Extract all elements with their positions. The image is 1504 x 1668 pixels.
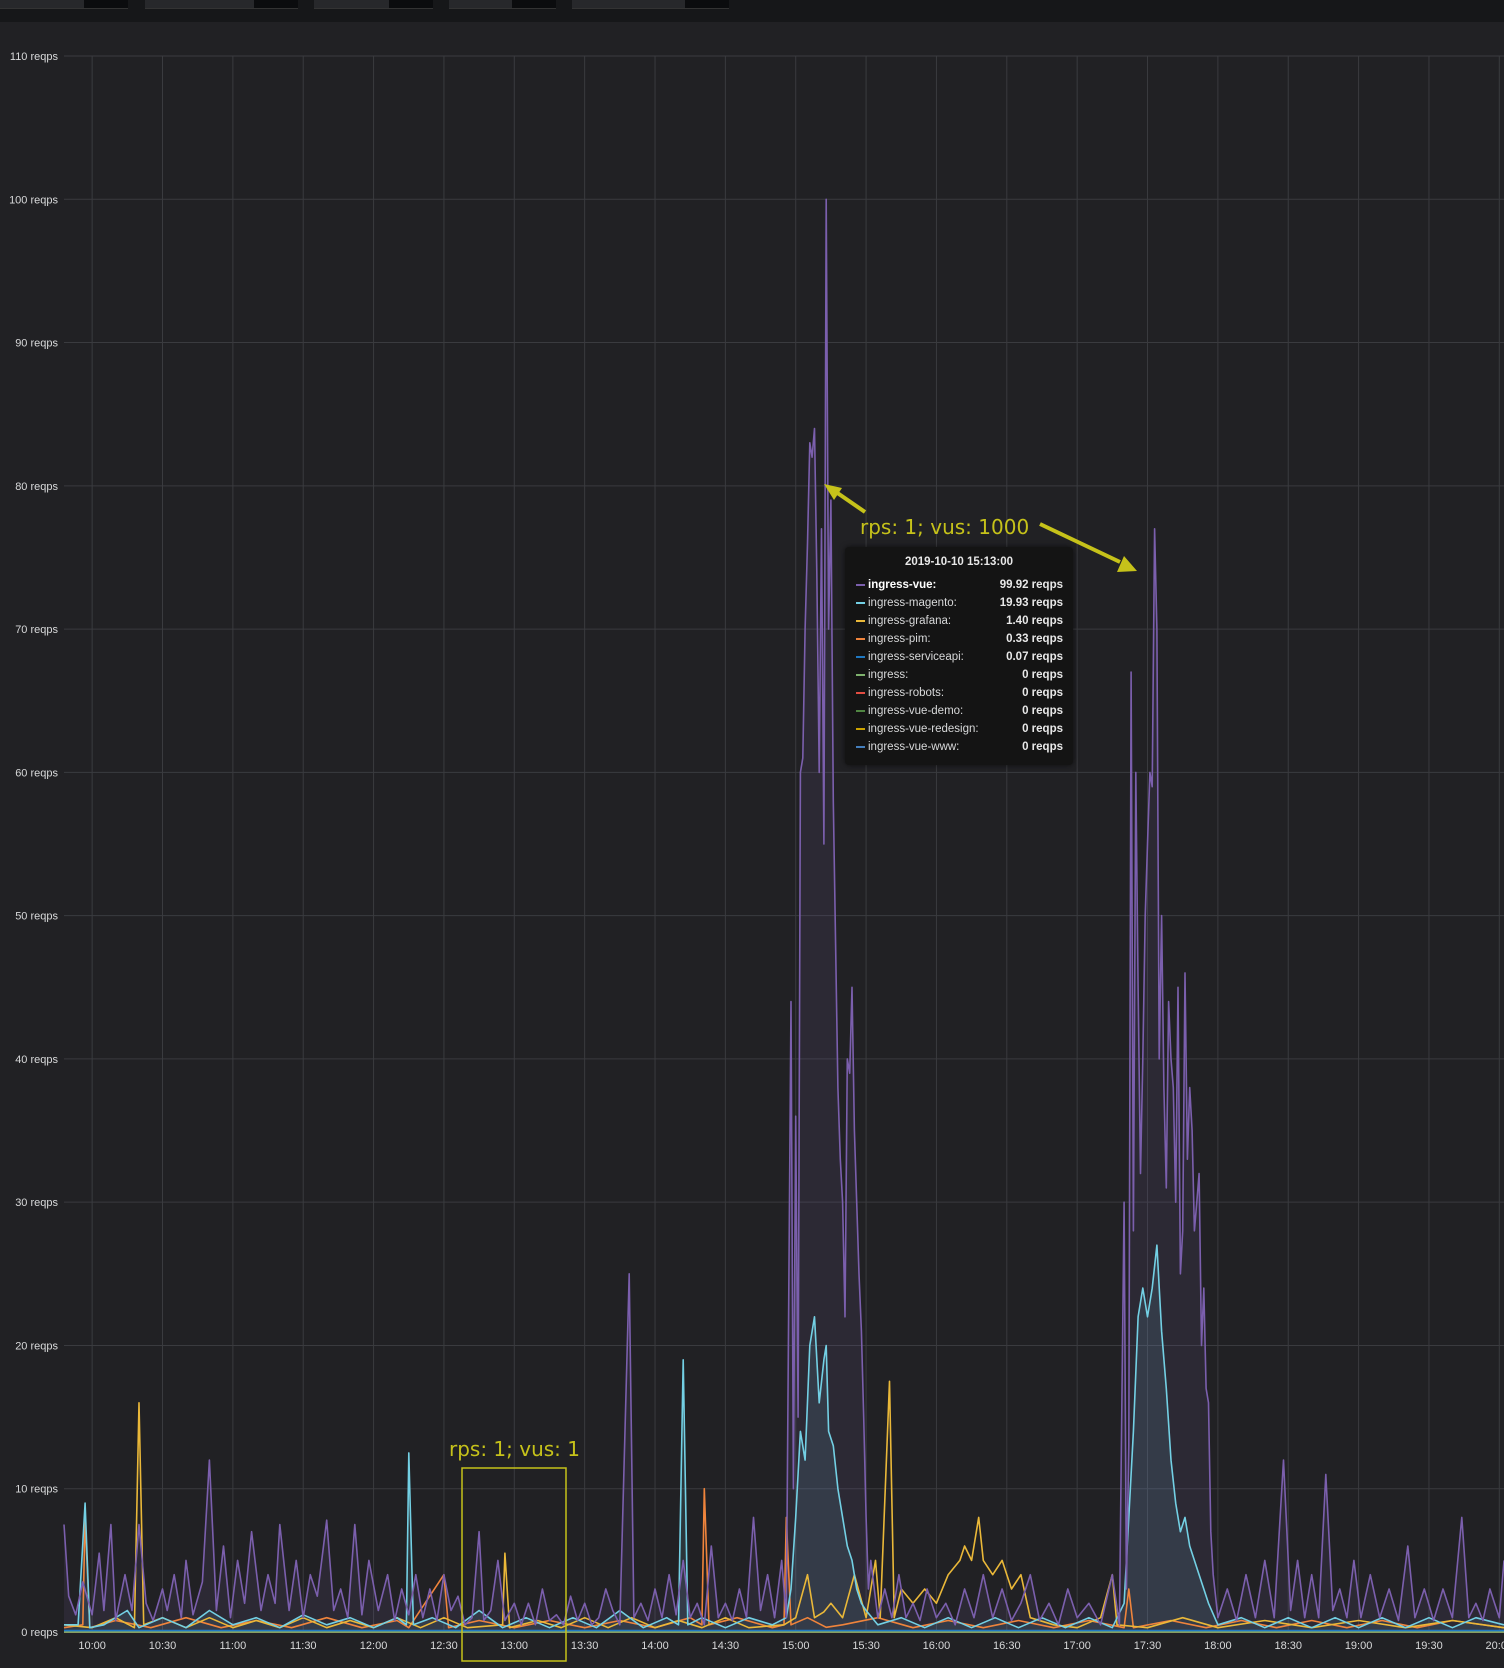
tooltip-series-value: 0 reqps bbox=[1022, 687, 1063, 699]
x-tick-label: 10:30 bbox=[149, 1640, 177, 1652]
x-tick-label: 11:30 bbox=[290, 1640, 317, 1652]
tooltip-series-value: 0 reqps bbox=[1022, 741, 1063, 753]
tooltip-row: ingress-magento: 19.93 reqps bbox=[845, 594, 1073, 612]
tooltip-series-name: ingress-vue: bbox=[868, 579, 937, 591]
tooltip-series-value: 0 reqps bbox=[1022, 705, 1063, 717]
y-tick-label: 0 reqps bbox=[21, 1627, 58, 1639]
series-color-swatch bbox=[856, 602, 865, 604]
tooltip-rows: ingress-vue: 99.92 reqps ingress-magento: 1… bbox=[845, 576, 1073, 756]
x-tick-label: 19:30 bbox=[1415, 1640, 1443, 1652]
y-tick-label: 40 reqps bbox=[15, 1054, 58, 1066]
chart-grid bbox=[64, 55, 1504, 1633]
tooltip-series-value: 99.92 reqps bbox=[999, 579, 1063, 591]
tooltip-row: ingress-vue-www: 0 reqps bbox=[845, 738, 1073, 756]
x-tick-label: 15:30 bbox=[852, 1640, 880, 1652]
x-axis: 10:00 10:30 11:00 11:30 12:00 12:30 13:00 13:30… bbox=[78, 1640, 1504, 1652]
x-tick-label: 13:00 bbox=[501, 1640, 529, 1652]
tooltip-series-name: ingress-vue-redesign: bbox=[868, 723, 979, 735]
tooltip-series-value: 1.40 reqps bbox=[1006, 615, 1063, 627]
y-tick-label: 20 reqps bbox=[15, 1340, 58, 1352]
tooltip-timestamp: 2019-10-10 15:13:00 bbox=[904, 556, 1014, 568]
y-tick-label: 30 reqps bbox=[15, 1197, 58, 1209]
y-tick-label: 50 reqps bbox=[15, 911, 58, 923]
series-color-swatch bbox=[856, 692, 865, 694]
series-color-swatch bbox=[856, 728, 865, 730]
tooltip-series-name: ingress-vue-www: bbox=[868, 741, 960, 753]
tooltip-row: ingress-vue: 99.92 reqps bbox=[845, 576, 1073, 594]
y-tick-label: 10 reqps bbox=[15, 1484, 58, 1496]
annotation-arrow-left bbox=[834, 490, 867, 514]
series-color-swatch bbox=[856, 620, 865, 622]
series-color-swatch bbox=[856, 674, 865, 676]
y-tick-label: 90 reqps bbox=[15, 338, 58, 350]
peak-load-annotation: rps: 1; vus: 1000 bbox=[860, 515, 1029, 539]
tooltip-row: ingress-vue-redesign: 0 reqps bbox=[845, 720, 1073, 738]
reqps-time-series-graph[interactable]: 0 reqps 10 reqps 20 reqps 30 reqps 40 reqps 5… bbox=[0, 0, 1504, 1668]
series-color-swatch bbox=[856, 746, 865, 748]
y-tick-label: 80 reqps bbox=[15, 481, 58, 493]
y-tick-label: 110 reqps bbox=[10, 51, 59, 63]
tooltip-series-name: ingress-pim: bbox=[868, 633, 931, 645]
series-color-swatch bbox=[856, 584, 865, 586]
tooltip-row: ingress-robots: 0 reqps bbox=[845, 684, 1073, 702]
tooltip-series-value: 0.33 reqps bbox=[1006, 633, 1063, 645]
tooltip-row: ingress-pim: 0.33 reqps bbox=[845, 630, 1073, 648]
x-tick-label: 18:00 bbox=[1204, 1640, 1232, 1652]
y-axis: 0 reqps 10 reqps 20 reqps 30 reqps 40 reqps 5… bbox=[9, 51, 58, 1639]
tooltip-series-value: 0.07 reqps bbox=[1006, 651, 1063, 663]
x-tick-label: 20:00 bbox=[1486, 1640, 1504, 1652]
tooltip-series-name: ingress-serviceapi: bbox=[868, 651, 964, 663]
annotation-arrowhead-right bbox=[1117, 556, 1137, 572]
x-tick-label: 17:30 bbox=[1134, 1640, 1162, 1652]
series-color-swatch bbox=[856, 656, 865, 658]
x-tick-label: 10:00 bbox=[78, 1640, 106, 1652]
x-tick-label: 14:00 bbox=[641, 1640, 669, 1652]
tooltip-series-name: ingress-vue-demo: bbox=[868, 705, 964, 717]
tooltip-row: ingress: 0 reqps bbox=[845, 666, 1073, 684]
x-tick-label: 14:30 bbox=[712, 1640, 740, 1652]
x-tick-label: 15:00 bbox=[782, 1640, 810, 1652]
tooltip-series-name: ingress-grafana: bbox=[868, 615, 952, 627]
y-tick-label: 70 reqps bbox=[15, 624, 58, 636]
x-tick-label: 19:00 bbox=[1345, 1640, 1373, 1652]
x-tick-label: 16:00 bbox=[923, 1640, 951, 1652]
series-color-swatch bbox=[856, 638, 865, 640]
tooltip-series-value: 0 reqps bbox=[1022, 723, 1063, 735]
x-tick-label: 13:30 bbox=[571, 1640, 599, 1652]
tooltip-series-name: ingress-magento: bbox=[868, 597, 957, 609]
tooltip-row: ingress-serviceapi: 0.07 reqps bbox=[845, 648, 1073, 666]
x-tick-label: 17:00 bbox=[1063, 1640, 1091, 1652]
tooltip-series-name: ingress: bbox=[868, 669, 909, 681]
series-color-swatch bbox=[856, 710, 865, 712]
x-tick-label: 18:30 bbox=[1274, 1640, 1302, 1652]
hover-tooltip: 2019-10-10 15:13:00 ingress-vue: 99.92 re… bbox=[845, 547, 1073, 765]
tooltip-series-name: ingress-robots: bbox=[868, 687, 945, 699]
x-tick-label: 12:30 bbox=[430, 1640, 458, 1652]
tooltip-row: ingress-vue-demo: 0 reqps bbox=[845, 702, 1073, 720]
y-tick-label: 100 reqps bbox=[9, 194, 58, 206]
x-tick-label: 16:30 bbox=[993, 1640, 1021, 1652]
tooltip-row: ingress-grafana: 1.40 reqps bbox=[845, 612, 1073, 630]
x-tick-label: 12:00 bbox=[360, 1640, 388, 1652]
x-tick-label: 11:00 bbox=[220, 1640, 247, 1652]
low-load-annotation: rps: 1; vus: 1 bbox=[449, 1437, 580, 1461]
y-tick-label: 60 reqps bbox=[15, 767, 58, 779]
tooltip-series-value: 0 reqps bbox=[1022, 669, 1063, 681]
tooltip-series-value: 19.93 reqps bbox=[999, 597, 1063, 609]
